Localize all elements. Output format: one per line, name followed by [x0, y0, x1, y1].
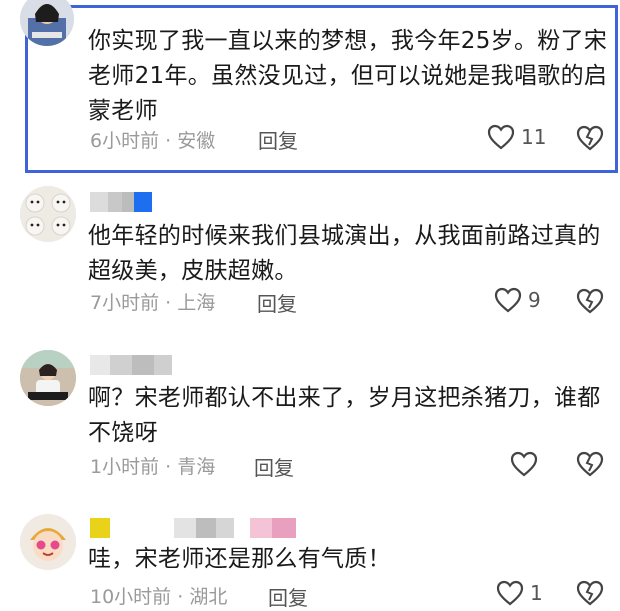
- cartoon-face-avatar-icon: [20, 514, 76, 570]
- broken-heart-icon: [576, 288, 604, 314]
- meta-separator: ·: [159, 292, 178, 314]
- reply-button[interactable]: 回复: [258, 125, 298, 154]
- broken-heart-icon: [576, 451, 604, 477]
- comment-text: 你实现了我一直以来的梦想，我今年25岁。粉了宋老师21年。虽然没见过，但可以说她…: [88, 28, 608, 124]
- comment-meta: 6小时前 · 安徽: [90, 126, 215, 153]
- like-count: 1: [530, 581, 543, 605]
- broken-heart-icon: [576, 125, 604, 151]
- comment-text: 啊？宋老师都认不出来了，岁月这把杀猪刀，谁都不饶呀: [88, 385, 601, 446]
- comment-time: 7小时前: [90, 292, 160, 314]
- comment-item: 他年轻的时候来我们县城演出，从我面前路过真的超级美，皮肤超嫩。 7小时前 · 上…: [0, 178, 620, 338]
- dislike-button[interactable]: [576, 288, 604, 318]
- like-count: 11: [521, 125, 547, 149]
- reply-button[interactable]: 回复: [254, 452, 294, 481]
- username-blurred[interactable]: [90, 355, 172, 375]
- comment-time: 6小时前: [90, 130, 160, 152]
- comment-text: 哇，宋老师还是那么有气质！: [88, 546, 391, 572]
- username-blurred[interactable]: [90, 518, 296, 538]
- reply-button[interactable]: 回复: [268, 582, 308, 611]
- like-button[interactable]: 1: [496, 580, 543, 606]
- like-count: 9: [528, 288, 541, 312]
- comment-item: 啊？宋老师都认不出来了，岁月这把杀猪刀，谁都不饶呀 1小时前 · 青海 回复: [0, 338, 620, 498]
- comment-location: 安徽: [177, 130, 216, 152]
- like-button[interactable]: 9: [494, 287, 541, 313]
- comment-item: 你实现了我一直以来的梦想，我今年25岁。粉了宋老师21年。虽然没见过，但可以说她…: [0, 0, 620, 178]
- like-button[interactable]: 11: [487, 124, 546, 150]
- dislike-button[interactable]: [576, 580, 604, 610]
- comment-location: 湖北: [189, 586, 228, 608]
- heart-icon: [510, 451, 538, 477]
- avatar[interactable]: [20, 350, 76, 406]
- broken-heart-icon: [576, 580, 604, 606]
- heart-icon: [487, 124, 515, 150]
- comment-meta: 7小时前 · 上海: [90, 288, 215, 315]
- like-button[interactable]: [510, 451, 538, 477]
- puppies-avatar-icon: [20, 186, 76, 242]
- avatar[interactable]: [20, 514, 76, 570]
- dislike-button[interactable]: [576, 451, 604, 481]
- meta-separator: ·: [159, 130, 178, 152]
- comment-time: 1小时前: [90, 456, 160, 478]
- comment-text: 他年轻的时候来我们县城演出，从我面前路过真的超级美，皮肤超嫩。: [88, 223, 601, 284]
- heart-icon: [496, 580, 524, 606]
- comment-meta: 10小时前 · 湖北: [90, 582, 227, 609]
- girl-photo-avatar-icon: [20, 350, 76, 406]
- comment-location: 青海: [177, 456, 216, 478]
- comment-time: 10小时前: [90, 586, 172, 608]
- meta-separator: ·: [159, 456, 178, 478]
- reply-button[interactable]: 回复: [257, 288, 297, 317]
- heart-icon: [494, 287, 522, 313]
- comment-meta: 1小时前 · 青海: [90, 452, 215, 479]
- username-blurred[interactable]: [90, 192, 152, 212]
- meta-separator: ·: [171, 586, 190, 608]
- avatar[interactable]: [20, 186, 76, 242]
- comment-location: 上海: [177, 292, 216, 314]
- dislike-button[interactable]: [576, 125, 604, 155]
- avatar[interactable]: [20, 0, 74, 46]
- user-avatar-photo-icon: [20, 0, 74, 46]
- comment-item: 哇，宋老师还是那么有气质！ 10小时前 · 湖北 回复 1: [0, 498, 620, 610]
